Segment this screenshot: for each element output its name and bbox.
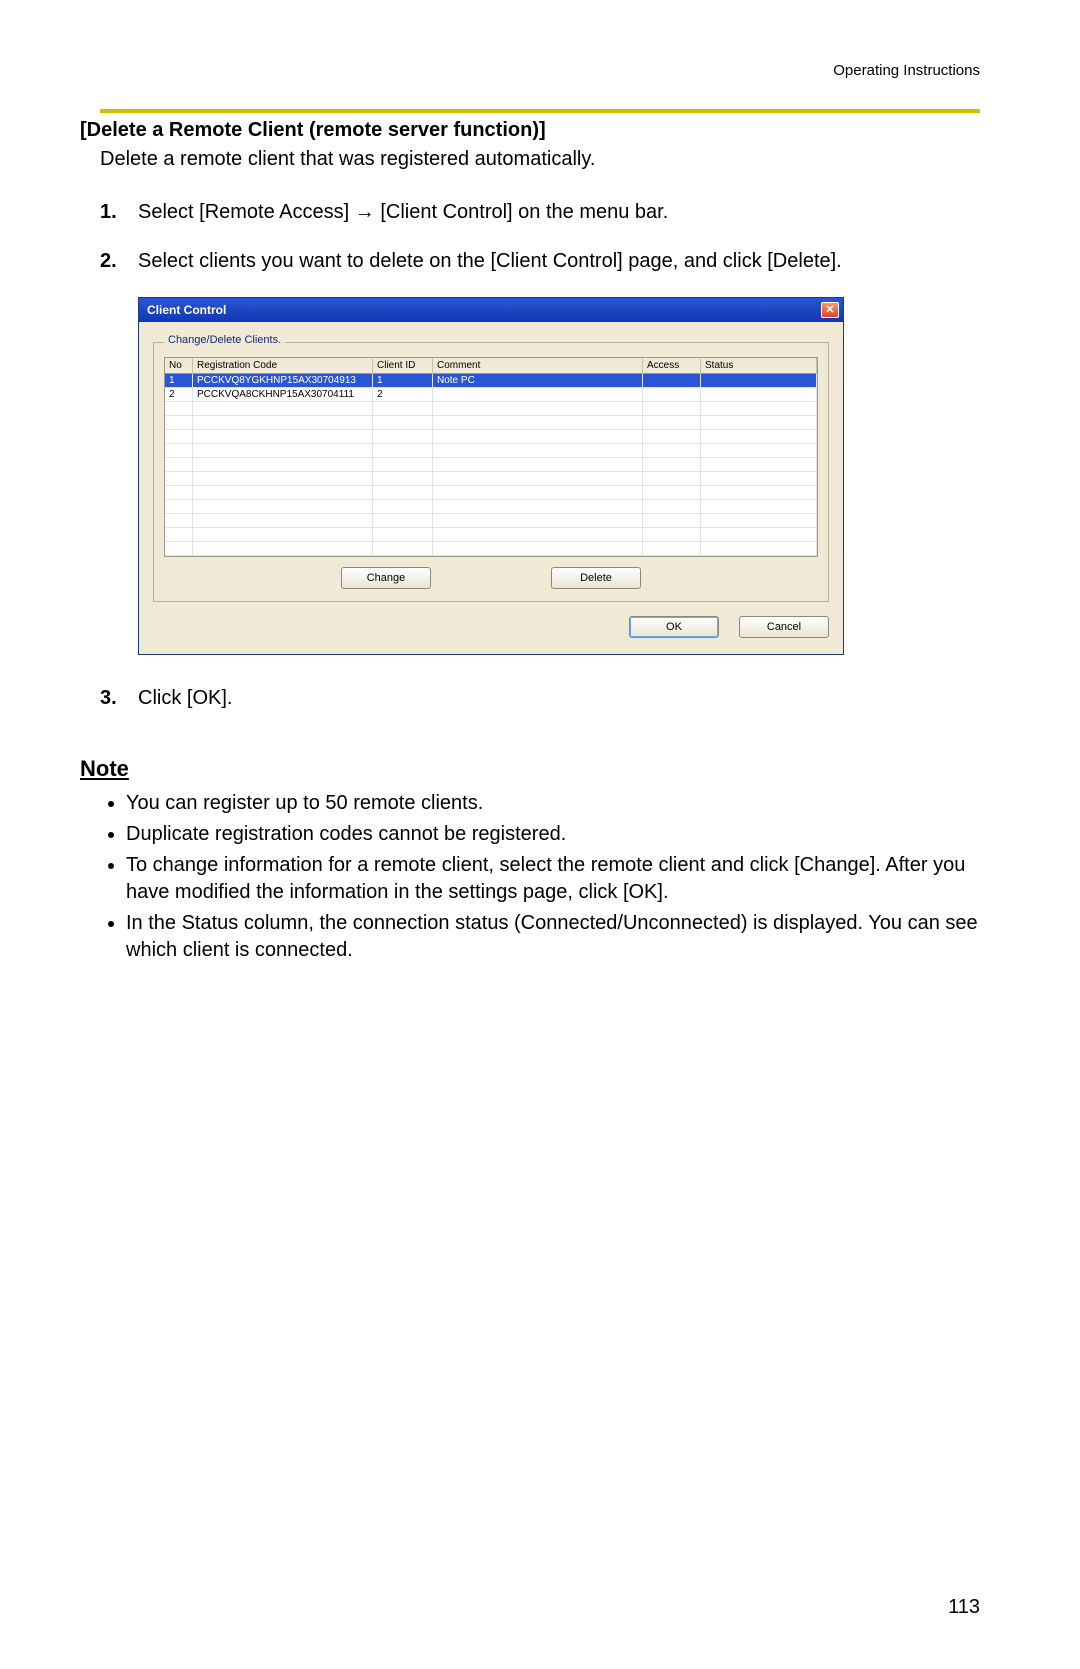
- clients-table[interactable]: No Registration Code Client ID Comment A…: [164, 357, 818, 557]
- col-status: Status: [701, 358, 817, 374]
- close-icon[interactable]: ✕: [821, 302, 839, 318]
- col-registration-code: Registration Code: [193, 358, 373, 374]
- table-row[interactable]: [165, 402, 817, 416]
- col-no: No: [165, 358, 193, 374]
- note-heading: Note: [80, 756, 980, 782]
- step-text-after: [Client Control] on the menu bar.: [375, 201, 669, 223]
- cancel-button[interactable]: Cancel: [739, 616, 829, 638]
- col-comment: Comment: [433, 358, 643, 374]
- dialog-titlebar: Client Control ✕: [139, 298, 843, 322]
- table-row[interactable]: [165, 444, 817, 458]
- table-row[interactable]: [165, 528, 817, 542]
- cell-status: [701, 374, 817, 388]
- step-text: Select [Remote Access] → [Client Control…: [138, 199, 980, 226]
- cell-cid: 2: [373, 388, 433, 402]
- step-2: 2. Select clients you want to delete on …: [100, 248, 980, 275]
- header-label: Operating Instructions: [100, 62, 980, 79]
- step-text-before: Select [Remote Access]: [138, 201, 355, 223]
- table-row[interactable]: 1 PCCKVQ8YGKHNP15AX30704913 1 Note PC: [165, 374, 817, 388]
- cell-cid: 1: [373, 374, 433, 388]
- section-intro: Delete a remote client that was register…: [100, 148, 980, 171]
- table-row[interactable]: [165, 430, 817, 444]
- cell-comment: Note PC: [433, 374, 643, 388]
- page-number: 113: [948, 1596, 980, 1619]
- note-item: You can register up to 50 remote clients…: [126, 790, 980, 817]
- note-item: To change information for a remote clien…: [126, 852, 980, 906]
- cell-reg: PCCKVQ8YGKHNP15AX30704913: [193, 374, 373, 388]
- delete-button[interactable]: Delete: [551, 567, 641, 589]
- ok-button[interactable]: OK: [629, 616, 719, 638]
- table-row[interactable]: [165, 500, 817, 514]
- step-3: 3. Click [OK].: [100, 685, 980, 712]
- change-delete-groupbox: Change/Delete Clients. No Registration C…: [153, 342, 829, 602]
- table-row[interactable]: [165, 542, 817, 556]
- step-text: Click [OK].: [138, 685, 980, 712]
- cell-no: 2: [165, 388, 193, 402]
- cell-access: [643, 388, 701, 402]
- col-client-id: Client ID: [373, 358, 433, 374]
- table-row[interactable]: [165, 458, 817, 472]
- table-row[interactable]: [165, 416, 817, 430]
- step-1: 1. Select [Remote Access] → [Client Cont…: [100, 199, 980, 226]
- note-item: In the Status column, the connection sta…: [126, 910, 980, 964]
- note-item: Duplicate registration codes cannot be r…: [126, 821, 980, 848]
- section-title: [Delete a Remote Client (remote server f…: [80, 119, 980, 142]
- step-number: 3.: [100, 685, 138, 712]
- change-button[interactable]: Change: [341, 567, 431, 589]
- table-row[interactable]: [165, 472, 817, 486]
- table-row[interactable]: 2 PCCKVQA8CKHNP15AX30704111 2: [165, 388, 817, 402]
- dialog-title: Client Control: [147, 303, 226, 317]
- groupbox-legend: Change/Delete Clients.: [164, 334, 285, 346]
- top-divider: [100, 109, 980, 113]
- step-number: 2.: [100, 248, 138, 275]
- step-text: Select clients you want to delete on the…: [138, 248, 980, 275]
- table-row[interactable]: [165, 486, 817, 500]
- cell-no: 1: [165, 374, 193, 388]
- cell-reg: PCCKVQA8CKHNP15AX30704111: [193, 388, 373, 402]
- client-control-dialog: Client Control ✕ Change/Delete Clients. …: [138, 297, 844, 655]
- table-row[interactable]: [165, 514, 817, 528]
- col-access: Access: [643, 358, 701, 374]
- table-header: No Registration Code Client ID Comment A…: [165, 358, 817, 374]
- cell-status: [701, 388, 817, 402]
- step-number: 1.: [100, 199, 138, 226]
- cell-access: [643, 374, 701, 388]
- arrow-icon: →: [355, 201, 375, 223]
- cell-comment: [433, 388, 643, 402]
